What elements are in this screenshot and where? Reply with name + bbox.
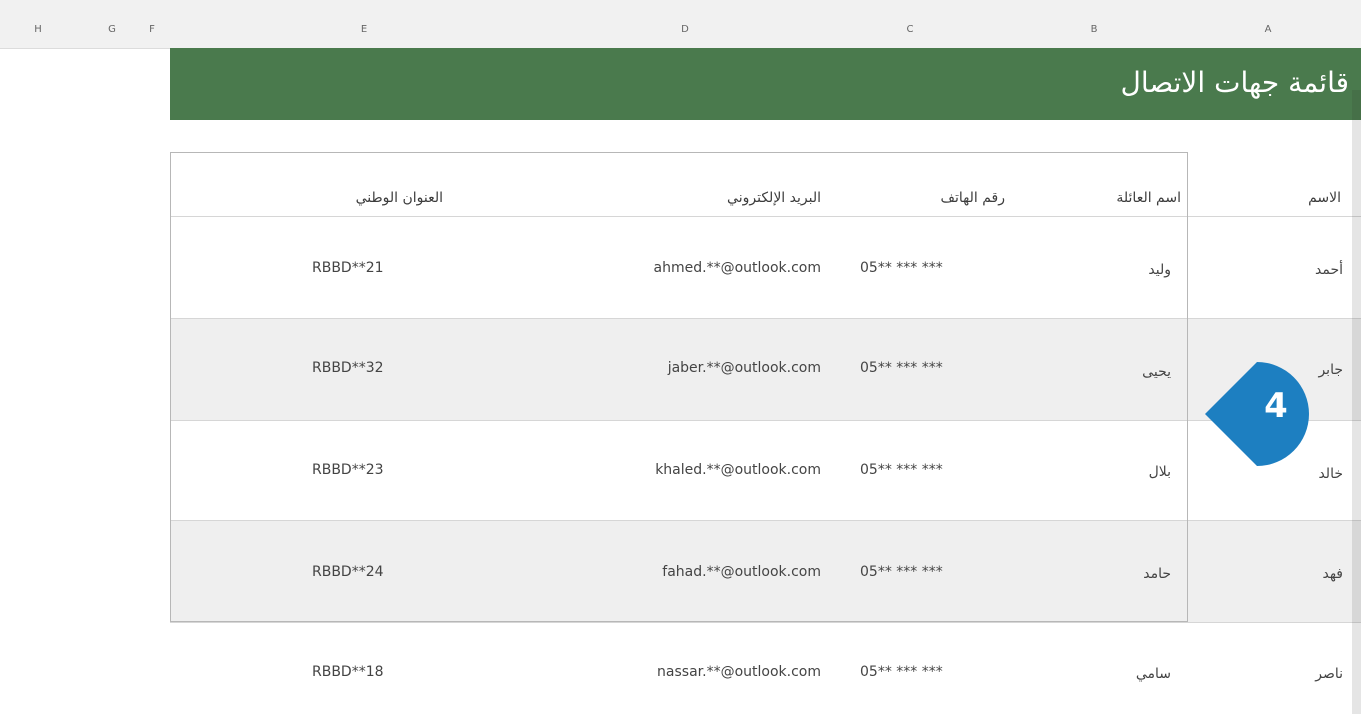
column-header-bar: H G F E D C B A	[0, 0, 1361, 49]
column-header-h[interactable]: H	[34, 24, 42, 35]
cell-phone[interactable]: 05** *** ***	[860, 360, 943, 376]
header-family[interactable]: اسم العائلة	[1116, 190, 1181, 206]
window-edge	[1352, 90, 1361, 714]
cell-name[interactable]: فهد	[1323, 566, 1344, 582]
cell-family[interactable]: وليد	[1148, 262, 1171, 278]
cell-email[interactable]: khaled.**@outlook.com	[655, 462, 821, 478]
cell-email[interactable]: fahad.**@outlook.com	[662, 564, 821, 580]
header-phone[interactable]: رقم الهاتف	[941, 190, 1005, 206]
column-header-b[interactable]: B	[1091, 24, 1098, 35]
cell-phone[interactable]: 05** *** ***	[860, 462, 943, 478]
cell-address[interactable]: RBBD**32	[312, 360, 384, 376]
title-band[interactable]: قائمة جهات الاتصال	[170, 48, 1361, 120]
cell-phone[interactable]: 05** *** ***	[860, 564, 943, 580]
column-header-a[interactable]: A	[1265, 24, 1272, 35]
cell-address[interactable]: RBBD**24	[312, 564, 384, 580]
column-header-d[interactable]: D	[681, 24, 689, 35]
selected-range[interactable]	[170, 152, 1188, 622]
cell-email[interactable]: ahmed.**@outlook.com	[654, 260, 821, 276]
callout-number: 4	[1264, 386, 1288, 426]
cell-family[interactable]: بلال	[1149, 464, 1171, 480]
cell-family[interactable]: حامد	[1143, 566, 1171, 582]
divider	[170, 622, 1361, 623]
cell-address[interactable]: RBBD**21	[312, 260, 384, 276]
cell-family[interactable]: يحيى	[1142, 364, 1171, 380]
header-name[interactable]: الاسم	[1308, 190, 1341, 206]
sheet-title: قائمة جهات الاتصال	[1120, 66, 1349, 99]
cell-phone[interactable]: 05** *** ***	[860, 664, 943, 680]
spreadsheet: H G F E D C B A قائمة جهات الاتصال الاسم…	[0, 0, 1361, 714]
column-header-e[interactable]: E	[361, 24, 367, 35]
column-header-c[interactable]: C	[907, 24, 914, 35]
header-address[interactable]: العنوان الوطني	[356, 190, 443, 206]
cell-family[interactable]: سامي	[1136, 666, 1171, 682]
column-header-g[interactable]: G	[108, 24, 116, 35]
cell-email[interactable]: nassar.**@outlook.com	[657, 664, 821, 680]
column-header-f[interactable]: F	[149, 24, 155, 35]
header-email[interactable]: البريد الإلكتروني	[727, 190, 821, 206]
cell-name[interactable]: أحمد	[1315, 262, 1343, 278]
cell-address[interactable]: RBBD**23	[312, 462, 384, 478]
cell-email[interactable]: jaber.**@outlook.com	[668, 360, 821, 376]
cell-phone[interactable]: 05** *** ***	[860, 260, 943, 276]
cell-address[interactable]: RBBD**18	[312, 664, 384, 680]
cell-name[interactable]: ناصر	[1315, 666, 1343, 682]
